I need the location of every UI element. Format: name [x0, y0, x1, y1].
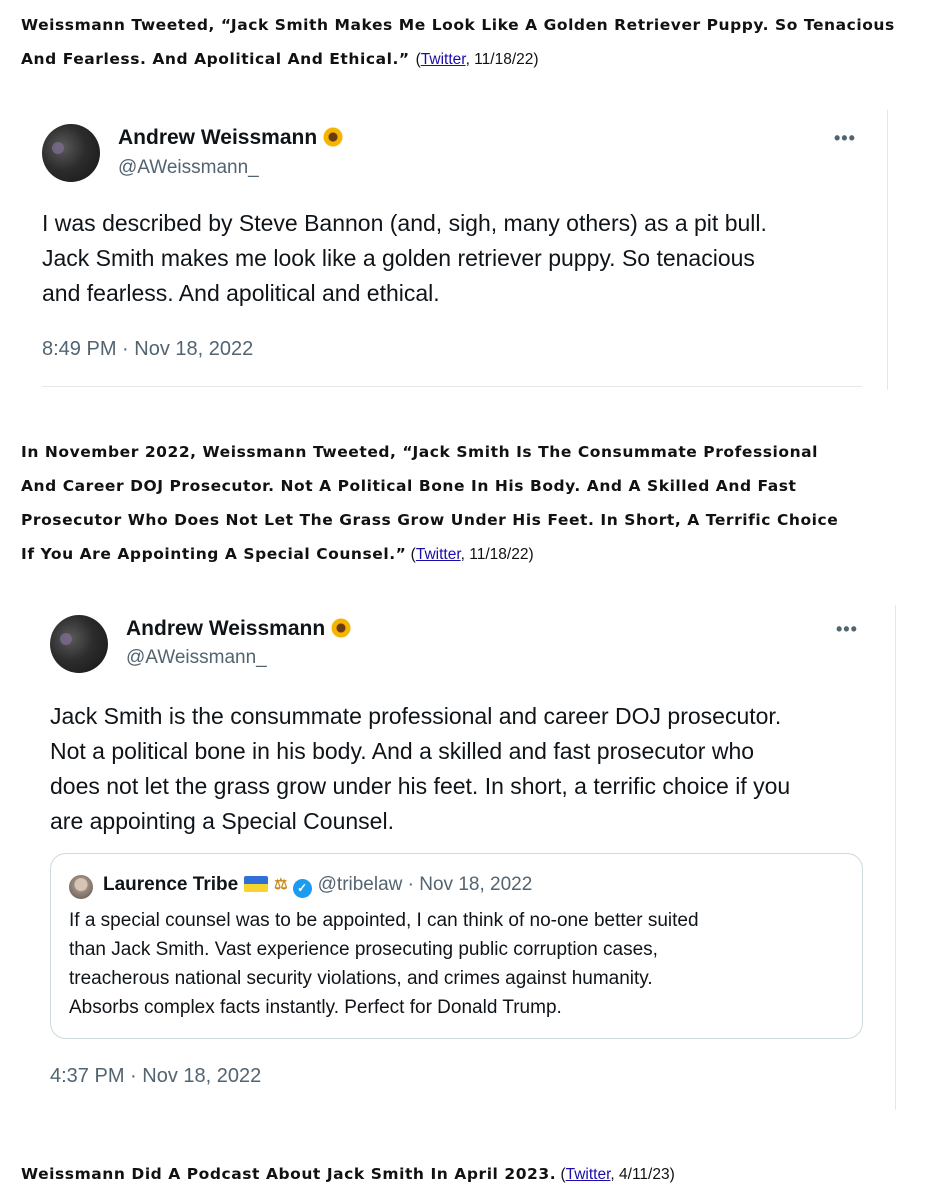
paragraph-1: Weissmann Tweeted, “Jack Smith Makes Me …: [21, 8, 901, 77]
scales-icon: ⚖: [274, 876, 288, 893]
citation-3: (Twitter, 4/11/23): [556, 1166, 675, 1183]
avatar[interactable]: [50, 615, 108, 673]
quoted-meta: @tribelaw · Nov 18, 2022: [317, 874, 533, 895]
citation-1: (Twitter, 11/18/22): [415, 51, 539, 68]
author-name[interactable]: Andrew Weissmann: [126, 617, 352, 641]
sunflower-icon: [323, 127, 344, 147]
author-handle[interactable]: @AWeissmann_: [118, 157, 259, 179]
author-handle[interactable]: @AWeissmann_: [126, 647, 267, 669]
more-options-icon[interactable]: •••: [836, 619, 858, 640]
quoted-text: If a special counsel was to be appointed…: [69, 910, 699, 1018]
paragraph-3: Weissmann Did A Podcast About Jack Smith…: [21, 1157, 901, 1192]
paragraph-2: In November 2022, Weissmann Tweeted, “Ja…: [21, 443, 839, 563]
ukraine-flag-icon: [244, 876, 269, 892]
author-name[interactable]: Andrew Weissmann: [118, 126, 344, 150]
twitter-link-2[interactable]: Twitter: [416, 546, 461, 563]
quoted-tweet[interactable]: Laurence Tribe ⚖ ✓ @tribelaw · Nov 18, 2022…: [50, 853, 863, 1039]
citation-2: (Twitter, 11/18/22): [406, 546, 534, 563]
twitter-link-1[interactable]: Twitter: [421, 51, 466, 68]
sunflower-icon: [331, 618, 352, 638]
divider: [42, 386, 862, 387]
quoted-avatar: [69, 875, 93, 899]
tweet-timestamp[interactable]: 4:37 PM · Nov 18, 2022: [50, 1065, 261, 1088]
more-options-icon[interactable]: •••: [834, 128, 856, 149]
avatar[interactable]: [42, 124, 100, 182]
twitter-link-3[interactable]: Twitter: [566, 1166, 611, 1183]
tweet-text: Jack Smith is the consummate professiona…: [50, 703, 791, 834]
tweet-card-1: Andrew Weissmann @AWeissmann_ ••• I was …: [22, 110, 888, 390]
tweet-card-2: Andrew Weissmann @AWeissmann_ ••• Jack S…: [30, 605, 896, 1110]
verified-badge-icon: ✓: [292, 879, 312, 898]
paragraph-3-text: Weissmann Did A Podcast About Jack Smith…: [21, 1165, 557, 1183]
tweet-text: I was described by Steve Bannon (and, si…: [42, 210, 767, 306]
quoted-author: Laurence Tribe ⚖ ✓ @tribelaw · Nov 18, 2022: [103, 874, 532, 898]
tweet-timestamp[interactable]: 8:49 PM · Nov 18, 2022: [42, 338, 253, 361]
